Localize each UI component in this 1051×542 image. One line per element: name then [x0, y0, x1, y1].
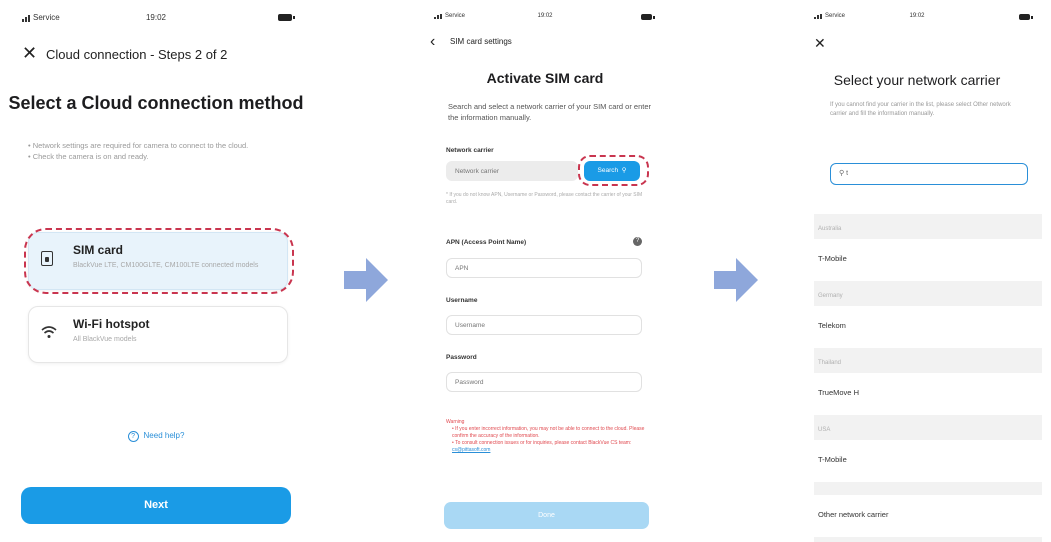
nav-title: Cloud connection - Steps 2 of 2 [46, 47, 228, 62]
page-title: Select a Cloud connection method [8, 93, 304, 113]
battery-icon [278, 14, 295, 21]
warning-title: Warning [446, 419, 465, 425]
password-input[interactable] [446, 372, 642, 392]
carrier-row[interactable]: TrueMove H [814, 373, 1042, 415]
screen-select-carrier: Service 19:02 ✕ Select your network carr… [792, 0, 1042, 542]
screen-cloud-connection: Service 19:02 ✕ Cloud connection - Steps… [0, 0, 312, 542]
country-header: USA [814, 415, 1042, 440]
other-carrier-row[interactable]: Other network carrier [814, 495, 1042, 537]
password-label: Password [446, 354, 477, 361]
question-icon: ? [127, 431, 139, 442]
country-header: Australia [814, 214, 1042, 239]
country-header: Thailand [814, 348, 1042, 373]
warning-block: Warning If you enter incorrect informati… [446, 419, 650, 454]
carrier-label: Service [22, 13, 60, 22]
arrow-right-icon [344, 258, 388, 302]
page-title: Select your network carrier [833, 72, 1001, 88]
need-help-link[interactable]: ? Need help? [0, 431, 312, 442]
username-input[interactable] [446, 315, 642, 335]
network-carrier-input[interactable] [446, 161, 578, 181]
search-value: t [846, 170, 849, 177]
signal-icon [814, 13, 823, 19]
clock: 19:02 [145, 13, 167, 22]
apn-label: APN (Access Point Name) [446, 239, 527, 246]
nav-title: SIM card settings [450, 37, 512, 46]
note-item: Check the camera is on and ready. [28, 151, 288, 162]
info-icon[interactable]: ? [633, 237, 642, 246]
warning-item: To consult connection issues or for inqu… [452, 440, 650, 454]
next-button[interactable]: Next [21, 487, 291, 524]
description: Search and select a network carrier of y… [448, 102, 652, 122]
close-icon[interactable]: ✕ [814, 34, 826, 52]
carrier-label: Network carrier [446, 147, 494, 154]
hint-text: * If you do not know APN, Username or Pa… [446, 192, 643, 205]
help-label: Need help? [143, 431, 185, 440]
carrier-row[interactable]: T-Mobile [814, 239, 1042, 281]
option-title: Wi-Fi hotspot [73, 317, 150, 331]
option-subtitle: All BlackVue models [73, 336, 137, 343]
divider [814, 537, 1042, 542]
status-bar: Service 19:02 [792, 13, 1042, 25]
carrier-search-input[interactable]: ⚲ t [830, 163, 1028, 185]
signal-icon [22, 13, 31, 22]
warning-item: If you enter incorrect information, you … [452, 426, 650, 440]
support-email-link[interactable]: cs@pittasoft.com [452, 447, 490, 453]
page-title: Activate SIM card [486, 70, 604, 86]
screen-sim-card-settings: Service 19:02 ‹ SIM card settings Activa… [422, 0, 668, 542]
status-bar: Service 19:02 [0, 13, 312, 25]
divider [814, 482, 1042, 495]
close-icon[interactable]: ✕ [22, 44, 37, 62]
back-icon[interactable]: ‹ [430, 33, 435, 51]
clock: 19:02 [909, 13, 925, 19]
signal-icon [434, 13, 443, 19]
carrier-row[interactable]: T-Mobile [814, 440, 1042, 482]
done-button[interactable]: Done [444, 502, 649, 529]
note-item: Network settings are required for camera… [28, 140, 288, 151]
username-label: Username [446, 297, 478, 304]
country-header: Germany [814, 281, 1042, 306]
apn-input[interactable] [446, 258, 642, 278]
status-bar: Service 19:02 [422, 13, 668, 25]
notes-list: Network settings are required for camera… [28, 140, 288, 162]
highlight-ring [24, 228, 294, 294]
highlight-ring [578, 155, 649, 186]
carrier-list: Australia T-Mobile Germany Telekom Thail… [814, 214, 1042, 542]
clock: 19:02 [537, 13, 553, 19]
carrier-label: Service [434, 13, 465, 19]
battery-icon [641, 14, 655, 20]
description: If you cannot find your carrier in the l… [830, 102, 1011, 117]
arrow-right-icon [714, 258, 758, 302]
wifi-hotspot-option[interactable]: Wi-Fi hotspot All BlackVue models [28, 306, 288, 363]
wifi-icon [41, 325, 57, 344]
battery-icon [1019, 14, 1033, 20]
carrier-row[interactable]: Telekom [814, 306, 1042, 348]
carrier-label: Service [814, 13, 845, 19]
